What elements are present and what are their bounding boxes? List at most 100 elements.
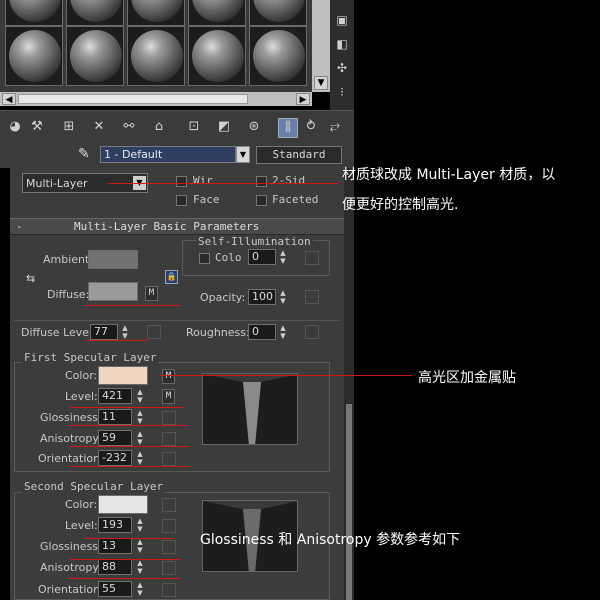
go-to-parent-icon[interactable]: ⫼ (278, 118, 298, 138)
roughness-input[interactable]: 0 (248, 324, 276, 340)
material-slot[interactable] (66, 26, 124, 86)
eyedropper-icon[interactable]: ✎ (78, 146, 96, 164)
spec1-level-spinner-icon[interactable]: ▲ ▼ (135, 388, 145, 404)
spec2-color-map-button[interactable] (162, 498, 176, 512)
diffuse-level-spinner-icon[interactable]: ▲ ▼ (120, 324, 130, 340)
roughness-spinner-icon[interactable]: ▲ ▼ (278, 324, 288, 340)
material-slot[interactable] (188, 0, 246, 26)
spec2-level-spinner-icon[interactable]: ▲ ▼ (135, 517, 145, 533)
delete-icon[interactable]: ✕ (90, 118, 108, 136)
material-slot[interactable] (5, 0, 63, 26)
spec2-orientation-spinner-icon[interactable]: ▲ ▼ (135, 581, 145, 597)
diffuse-map-button[interactable]: M (145, 286, 158, 301)
spec1-anisotropy-spinner-icon[interactable]: ▲ ▼ (135, 430, 145, 446)
spec2-anisotropy-input[interactable]: 88 (98, 559, 132, 575)
material-slot[interactable] (127, 0, 185, 26)
slots-horizontal-scrollbar[interactable]: ◀ ▶ (0, 92, 312, 106)
spec1-level-input[interactable]: 421 (98, 388, 132, 404)
spec2-orientation-input[interactable]: 55 (98, 581, 132, 597)
spec1-color-swatch[interactable] (98, 366, 148, 385)
self-illum-spinner-icon[interactable]: ▲ ▼ (278, 249, 288, 265)
roughness-map-button[interactable] (305, 325, 319, 339)
material-effects-channel-icon[interactable]: ⊡ (185, 118, 203, 136)
two-sided-label: 2-Sid (272, 174, 306, 187)
backlight-icon[interactable]: ▣ (334, 12, 350, 28)
spec1-orientation-input[interactable]: -232 (98, 450, 132, 466)
spec1-anisotropy-input[interactable]: 59 (98, 430, 132, 446)
side-toolbar: ▣ ◧ ✣ ⁝ (330, 0, 354, 110)
material-slot[interactable] (127, 26, 185, 86)
spec1-anisotropy-map-button[interactable] (162, 432, 176, 446)
spec2-anisotropy-map-button[interactable] (162, 561, 176, 575)
face-checkbox[interactable] (176, 195, 187, 206)
dropdown-arrow-icon[interactable]: ▼ (236, 146, 250, 163)
swap-icon[interactable]: ⇆ (26, 272, 40, 286)
scroll-down-icon[interactable]: ▼ (314, 76, 328, 90)
spec1-glossiness-input[interactable]: 11 (98, 409, 132, 425)
diffuse-color-swatch[interactable] (88, 282, 138, 301)
opacity-map-button[interactable] (305, 290, 319, 304)
self-illum-color-checkbox[interactable] (199, 253, 210, 264)
put-to-scene-icon[interactable]: ⌂ (150, 118, 168, 136)
material-slot[interactable] (66, 0, 124, 26)
scroll-right-icon[interactable]: ▶ (296, 93, 310, 105)
options-icon[interactable]: ⁝ (334, 84, 350, 100)
go-forward-icon[interactable]: ⥁ (302, 118, 320, 136)
opacity-input[interactable]: 100 (248, 289, 276, 305)
material-type-button[interactable]: Standard (256, 146, 342, 164)
spec2-orientation-map-button[interactable] (162, 583, 176, 597)
spec1-color-map-button[interactable]: M (162, 369, 175, 384)
shader-note-line1: 材质球改成 Multi-Layer 材质，以 (342, 167, 556, 183)
scroll-thumb[interactable] (18, 94, 248, 104)
panel-scroll-thumb[interactable] (346, 404, 352, 600)
put-to-library-icon[interactable]: ⊞ (60, 118, 78, 136)
video-check-icon[interactable]: ✣ (334, 60, 350, 76)
material-name-field[interactable]: 1 - Default (100, 146, 236, 163)
show-end-result-icon[interactable]: ⊛ (245, 118, 263, 136)
spec2-orientation-label: Orientation: (38, 583, 104, 596)
spec1-level-label: Level: (65, 390, 98, 403)
spec1-glossiness-spinner-icon[interactable]: ▲ ▼ (135, 409, 145, 425)
opacity-spinner-icon[interactable]: ▲ ▼ (278, 289, 288, 305)
spec1-orientation-spinner-icon[interactable]: ▲ ▼ (135, 450, 145, 466)
spec1-orientation-map-button[interactable] (162, 452, 176, 466)
ambient-color-swatch[interactable] (88, 250, 138, 269)
spec2-color-swatch[interactable] (98, 495, 148, 514)
spec2-glossiness-map-button[interactable] (162, 540, 176, 554)
material-slot[interactable] (249, 26, 307, 86)
wire-checkbox[interactable] (176, 176, 187, 187)
slots-vertical-scrollbar[interactable]: ▼ (312, 0, 330, 92)
diffuse-level-map-button[interactable] (147, 325, 161, 339)
pick-material-icon[interactable]: ⚒ (28, 118, 46, 136)
rollout-header[interactable]: - Multi-Layer Basic Parameters (10, 218, 344, 235)
faceted-checkbox[interactable] (256, 195, 267, 206)
self-illum-map-button[interactable] (305, 251, 319, 265)
spec2-level-map-button[interactable] (162, 519, 176, 533)
self-illum-input[interactable]: 0 (248, 249, 276, 265)
spec2-glossiness-input[interactable]: 13 (98, 538, 132, 554)
make-unique-icon[interactable]: ⚯ (120, 118, 138, 136)
diffuse-level-input[interactable]: 77 (90, 324, 118, 340)
material-slot[interactable] (188, 26, 246, 86)
spec2-anisotropy-spinner-icon[interactable]: ▲ ▼ (135, 559, 145, 575)
two-sided-checkbox[interactable] (256, 176, 267, 187)
show-map-icon[interactable]: ◩ (215, 118, 233, 136)
get-material-icon[interactable]: ◕ (6, 118, 24, 136)
sample-type-icon[interactable]: ⥂ (326, 118, 344, 136)
spec1-level-map-button[interactable]: M (162, 389, 175, 404)
spec2-glossiness-spinner-icon[interactable]: ▲ ▼ (135, 538, 145, 554)
lock-icon[interactable]: 🔒 (165, 270, 178, 284)
spec2-level-input[interactable]: 193 (98, 517, 132, 533)
material-slot[interactable] (249, 0, 307, 26)
shader-note-line2: 便更好的控制高光. (342, 197, 459, 213)
spec1-glossiness-map-button[interactable] (162, 411, 176, 425)
scroll-left-icon[interactable]: ◀ (2, 93, 16, 105)
background-icon[interactable]: ◧ (334, 36, 350, 52)
rollout-collapse-icon[interactable]: - (16, 220, 23, 233)
shader-select-value: Multi-Layer (26, 177, 88, 190)
material-slot[interactable] (5, 26, 63, 86)
self-illum-color-label: Colo (215, 251, 242, 264)
annotation-line (160, 375, 412, 376)
opacity-label: Opacity: (200, 291, 246, 304)
params-note: Glossiness 和 Anisotropy 参数参考如下 (200, 532, 461, 548)
